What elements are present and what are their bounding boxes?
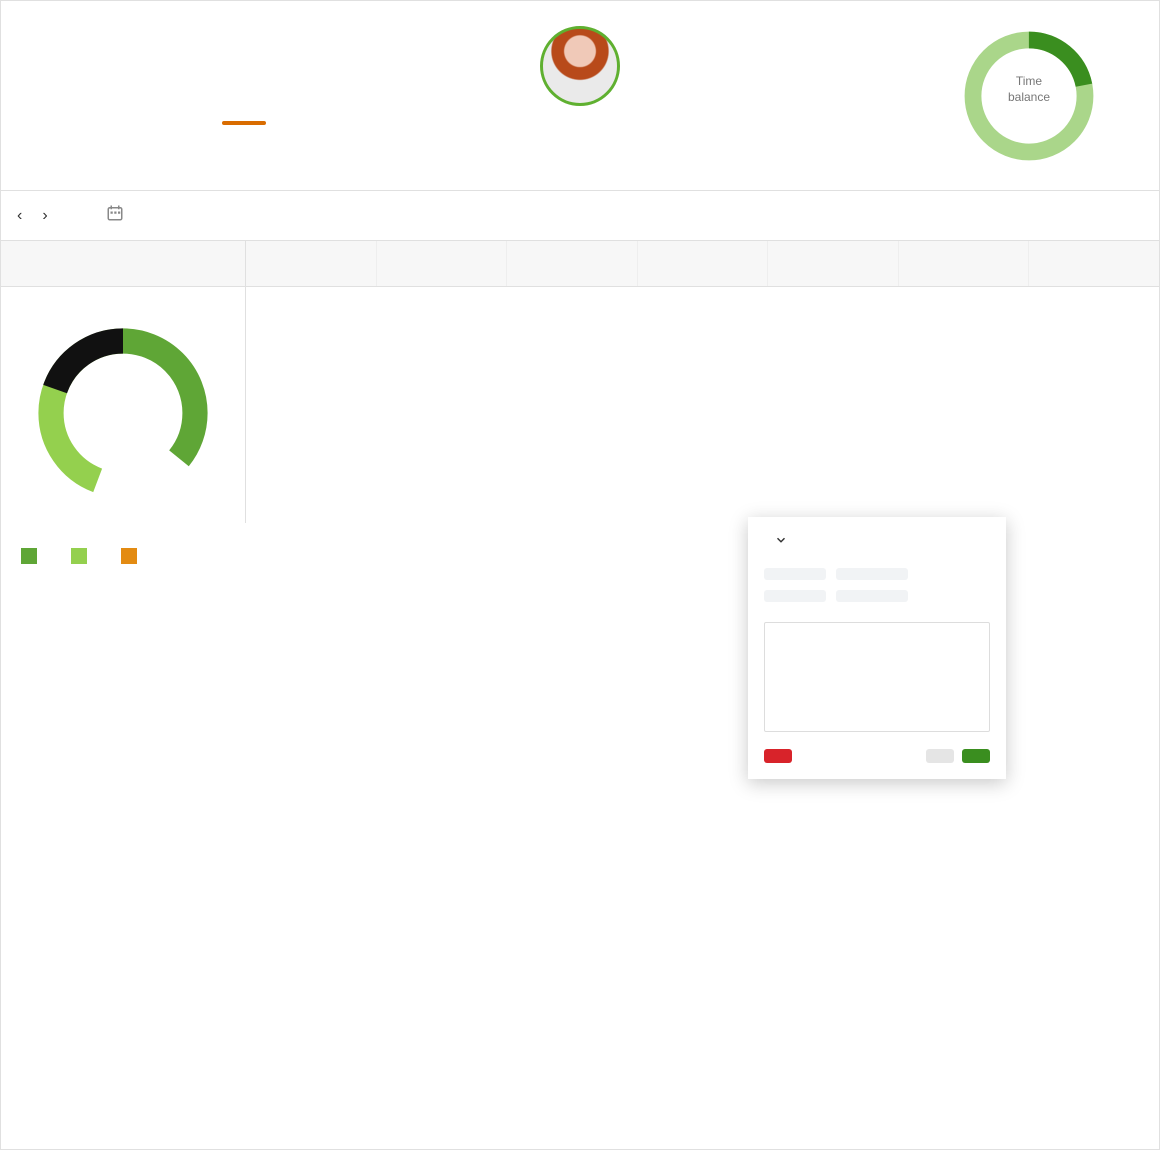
swatch-vacation-icon [121, 548, 137, 564]
totals-column [1, 287, 246, 523]
profile-block [540, 26, 620, 114]
calendar-grid [246, 287, 1159, 523]
day-header-row [1, 241, 1159, 287]
out-time-field[interactable] [764, 590, 826, 602]
out-date-field[interactable] [836, 590, 908, 602]
avatar[interactable] [540, 26, 620, 106]
in-row [764, 568, 990, 580]
apply-button[interactable] [962, 749, 990, 763]
day-header-tue [377, 241, 508, 286]
prev-month-button[interactable]: ‹ [17, 207, 22, 225]
swatch-onsite-icon [71, 548, 87, 564]
entry-type-select[interactable] [764, 533, 990, 550]
status-block [21, 31, 266, 132]
calendar-icon[interactable] [106, 204, 124, 227]
chevron-down-icon [774, 533, 788, 550]
cancel-button[interactable] [926, 749, 954, 763]
day-header-sun [1029, 241, 1159, 286]
note-textarea[interactable] [764, 622, 990, 732]
delete-button[interactable] [764, 749, 792, 763]
legend-office [21, 547, 45, 564]
next-month-button[interactable]: › [42, 207, 47, 225]
calendar-navbar: ‹ › [1, 191, 1159, 241]
pending-requests-badge[interactable] [222, 121, 266, 125]
legend-onsite [71, 547, 95, 564]
day-header-thu [638, 241, 769, 286]
legend-vacation [121, 547, 145, 564]
header: Timebalance [1, 1, 1159, 191]
totals-header [1, 241, 246, 286]
calendar-body [1, 287, 1159, 523]
popover-actions [764, 749, 990, 763]
app-root: Timebalance ‹ › [0, 0, 1160, 1150]
time-entry-popover [748, 517, 1006, 779]
monthly-overview-chart [33, 323, 213, 503]
out-row [764, 590, 990, 602]
swatch-office-icon [21, 548, 37, 564]
day-header-fri [768, 241, 899, 286]
day-header-sat [899, 241, 1030, 286]
day-header-mon [246, 241, 377, 286]
time-balance-chart: Timebalance [959, 26, 1099, 166]
day-header-wed [507, 241, 638, 286]
in-time-field[interactable] [764, 568, 826, 580]
balance-title: Timebalance [959, 74, 1099, 105]
in-date-field[interactable] [836, 568, 908, 580]
